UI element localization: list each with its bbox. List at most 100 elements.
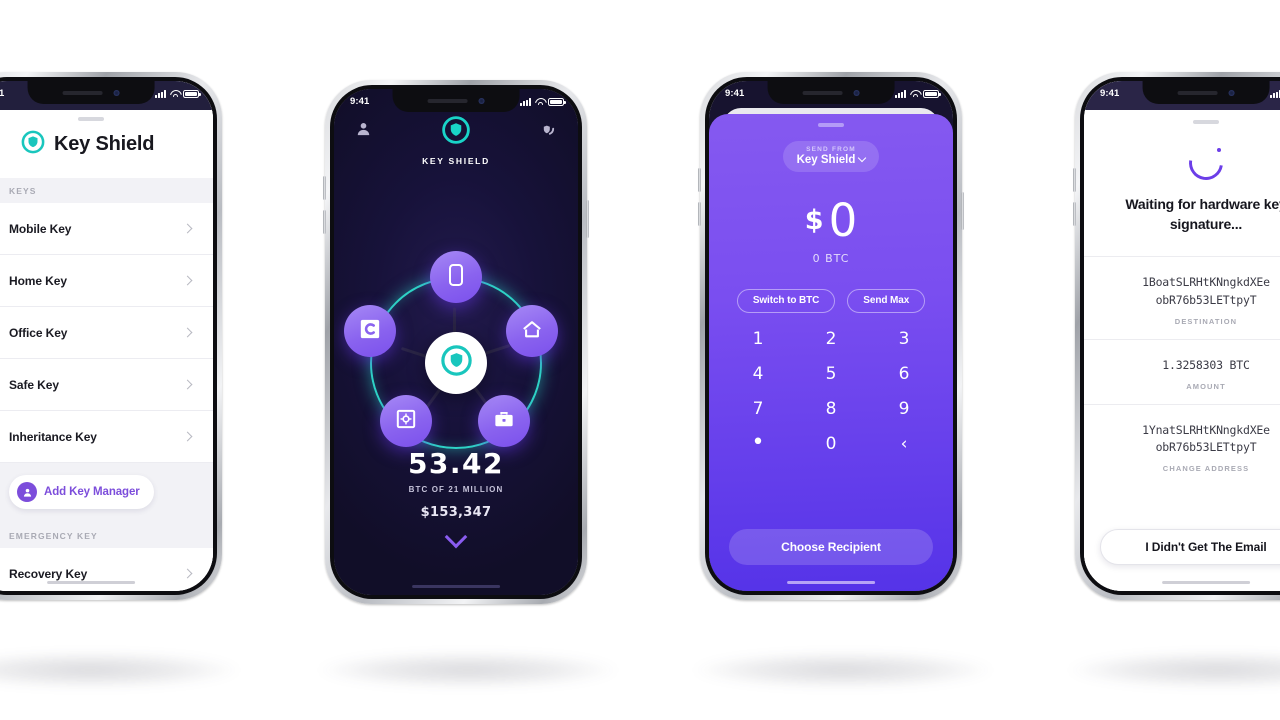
- signature-sheet: Waiting for hardware key signature... 1B…: [1084, 110, 1280, 591]
- earpiece-speaker: [427, 98, 468, 103]
- keypad-key-9[interactable]: 9: [889, 399, 919, 419]
- waiting-title: Waiting for hardware key signature...: [1125, 195, 1280, 232]
- signal-icon: [520, 97, 531, 106]
- switch-to-btc-button[interactable]: Switch to BTC: [736, 288, 836, 313]
- keypad-key-6[interactable]: 6: [889, 364, 919, 384]
- keypad-key-0[interactable]: 0: [816, 434, 846, 454]
- status-time: 9:41: [1100, 88, 1120, 99]
- send-from-selector[interactable]: SEND FROM Key Shield: [783, 140, 879, 172]
- page-title: Key Shield: [54, 132, 155, 155]
- keypad-backspace-icon[interactable]: ‹: [889, 434, 919, 454]
- list-item[interactable]: Recovery Key: [0, 548, 213, 591]
- balance-btc: 53.42: [407, 447, 505, 480]
- keypad-key-8[interactable]: 8: [816, 399, 846, 419]
- front-camera: [478, 97, 485, 104]
- detail-row-amount: 1.3258303 BTC AMOUNT: [1084, 338, 1280, 404]
- amount-display: $ 0: [709, 198, 953, 243]
- earpiece-speaker: [62, 90, 103, 95]
- key-label: Recovery Key: [9, 566, 88, 581]
- detail-row-destination: 1BoatSLRHtKNngkdXEe obR76b53LETtpyT DEST…: [1084, 256, 1280, 339]
- front-camera: [113, 89, 120, 96]
- list-item[interactable]: Inheritance Key: [0, 411, 213, 463]
- safe-key-node[interactable]: [380, 395, 432, 447]
- chevron-right-icon: [182, 431, 193, 442]
- power-button[interactable]: [961, 192, 964, 230]
- volume-down-button[interactable]: [1073, 202, 1076, 226]
- key-shield-logo-icon: [440, 344, 473, 382]
- power-button[interactable]: [586, 200, 589, 238]
- home-indicator[interactable]: [412, 584, 500, 588]
- section-header-keys: KEYS: [0, 178, 213, 203]
- brand-name: KEY SHIELD: [422, 156, 490, 166]
- phone-mockup-stage: 9:41: [0, 0, 1280, 720]
- choose-recipient-button[interactable]: Choose Recipient: [729, 529, 933, 565]
- amount-value: 0: [828, 193, 858, 247]
- key-shield-logo-icon: [441, 116, 471, 149]
- status-time: 9:41: [0, 88, 5, 99]
- send-from-label: SEND FROM: [806, 145, 856, 153]
- home-indicator[interactable]: [47, 580, 135, 584]
- office-key-node[interactable]: [478, 395, 530, 447]
- notch: [27, 81, 155, 104]
- home-key-node[interactable]: [506, 305, 558, 357]
- c-logo-icon: [359, 318, 381, 345]
- balance-fiat: $153,347: [420, 505, 492, 520]
- list-item[interactable]: Home Key: [0, 255, 213, 307]
- phone-waiting-signature: 9:41 Waiting for hardware key signature.…: [1073, 72, 1280, 600]
- key-label: Office Key: [9, 325, 68, 340]
- sheet-grab-handle[interactable]: [1193, 120, 1219, 124]
- front-camera: [853, 89, 860, 96]
- add-key-manager-label: Add Key Manager: [44, 486, 140, 498]
- volume-up-button[interactable]: [698, 168, 701, 192]
- volume-down-button[interactable]: [323, 210, 326, 234]
- send-sheet: SEND FROM Key Shield $ 0 0 BTC Switch to…: [709, 114, 953, 591]
- keypad-key-1[interactable]: 1: [743, 329, 773, 349]
- detail-value: 1YnatSLRHtKNngkdXEe obR76b53LETtpyT: [1142, 422, 1270, 455]
- keypad-key-4[interactable]: 4: [743, 364, 773, 384]
- home-indicator[interactable]: [1162, 580, 1250, 584]
- safe-icon: [396, 409, 416, 434]
- phone-dashboard: 9:41 KEY SHIELD 53.42 BTC OF 21 MILLION …: [323, 80, 589, 604]
- sheet-grab-handle[interactable]: [818, 123, 844, 127]
- volume-up-button[interactable]: [323, 176, 326, 200]
- chevron-down-icon[interactable]: [444, 525, 468, 549]
- inheritance-key-node[interactable]: [344, 305, 396, 357]
- send-max-button[interactable]: Send Max: [847, 288, 926, 313]
- phone-shadow: [0, 652, 240, 688]
- numeric-keypad: 1 2 3 4 5 6 7 8 9 • 0 ‹: [709, 329, 953, 454]
- transaction-details: 1BoatSLRHtKNngkdXEe obR76b53LETtpyT DEST…: [1084, 256, 1280, 486]
- chevron-down-icon: [858, 153, 867, 163]
- key-label: Safe Key: [9, 377, 59, 392]
- keypad-key-7[interactable]: 7: [743, 399, 773, 419]
- chevron-right-icon: [182, 379, 193, 390]
- phone-shadow: [693, 652, 993, 688]
- didnt-get-email-button[interactable]: I Didn't Get The Email: [1100, 529, 1280, 565]
- add-key-manager-button[interactable]: Add Key Manager: [9, 475, 154, 509]
- home-indicator[interactable]: [787, 580, 875, 584]
- status-time: 9:41: [350, 96, 370, 107]
- key-label: Inheritance Key: [9, 429, 97, 444]
- keypad-key-5[interactable]: 5: [816, 364, 846, 384]
- balance-caption: BTC OF 21 MILLION: [408, 485, 504, 494]
- list-item[interactable]: Office Key: [0, 307, 213, 359]
- key-network-graph: [344, 251, 562, 469]
- key-shield-hub[interactable]: [425, 332, 487, 394]
- key-label: Home Key: [9, 273, 67, 288]
- list-item[interactable]: Mobile Key: [0, 203, 213, 255]
- sheet-grab-handle[interactable]: [78, 117, 104, 121]
- section-header-emergency: EMERGENCY KEY: [0, 523, 213, 548]
- key-shield-logo-icon: [21, 130, 45, 159]
- user-avatar-icon: [17, 482, 37, 502]
- keypad-key-3[interactable]: 3: [889, 329, 919, 349]
- detail-label: DESTINATION: [1174, 316, 1238, 326]
- list-item[interactable]: Safe Key: [0, 359, 213, 411]
- signal-icon: [895, 89, 906, 98]
- volume-down-button[interactable]: [698, 202, 701, 226]
- volume-up-button[interactable]: [1073, 168, 1076, 192]
- keypad-key-decimal[interactable]: •: [743, 431, 773, 454]
- keypad-key-2[interactable]: 2: [816, 329, 846, 349]
- app-header: Key Shield: [0, 110, 213, 178]
- mobile-key-node[interactable]: [430, 251, 482, 303]
- earpiece-speaker: [1177, 90, 1218, 95]
- battery-icon: [183, 89, 201, 98]
